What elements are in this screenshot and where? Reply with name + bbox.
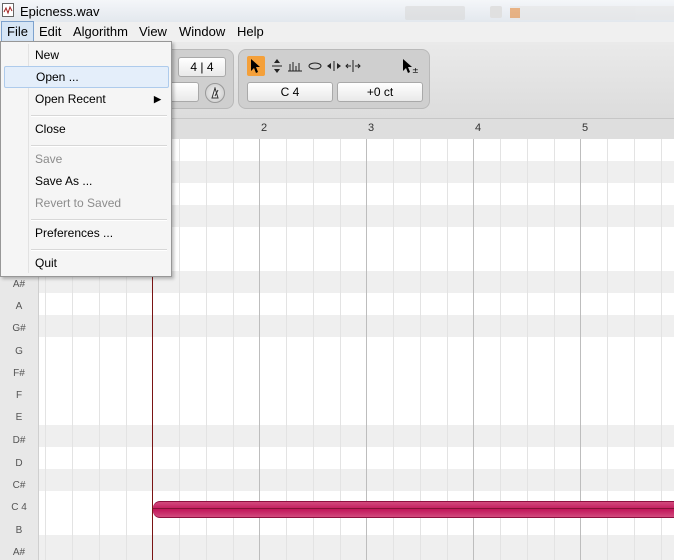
- menu-edit[interactable]: Edit: [34, 22, 66, 41]
- beat-line: [554, 139, 555, 560]
- menu-item-revert: Revert to Saved: [4, 193, 167, 213]
- menu-window[interactable]: Window: [174, 22, 230, 41]
- note-field[interactable]: C 4: [247, 82, 333, 102]
- amplitude-tool-icon[interactable]: [306, 56, 324, 76]
- pitch-curve: [153, 508, 674, 509]
- beat-line: [206, 139, 207, 560]
- formant-tool-icon[interactable]: [286, 56, 304, 76]
- beat-line: [340, 139, 341, 560]
- bar-line: [366, 139, 367, 560]
- key-label: C 4: [11, 502, 27, 513]
- key-label: D: [15, 458, 23, 469]
- menu-item-quit[interactable]: Quit: [4, 253, 167, 273]
- time-tool-icon[interactable]: [325, 56, 343, 76]
- bar-line: [259, 139, 260, 560]
- menu-item-save: Save: [4, 149, 167, 169]
- menu-item-preferences[interactable]: Preferences ...: [4, 223, 167, 243]
- beat-line: [420, 139, 421, 560]
- menu-item-new[interactable]: New: [4, 45, 167, 65]
- menu-item-open[interactable]: Open ...: [4, 66, 169, 88]
- key-label: C#: [12, 480, 26, 491]
- menu-item-label: Save As ...: [35, 174, 93, 188]
- key-label: A: [15, 301, 23, 312]
- metronome-icon: [211, 86, 219, 99]
- bar-number: 3: [368, 122, 375, 134]
- key-label: A#: [12, 279, 26, 290]
- menu-item-label: Save: [35, 152, 63, 166]
- edit-add-tool-icon[interactable]: ±: [401, 56, 419, 76]
- beat-line: [607, 139, 608, 560]
- bar-number: 5: [582, 122, 589, 134]
- grid-row: [0, 381, 674, 403]
- title-bar: Epicness.wav: [0, 0, 674, 22]
- grid-row: [0, 535, 674, 560]
- key-label: F: [15, 390, 23, 401]
- menu-item-label: New: [35, 48, 60, 62]
- beat-line: [233, 139, 234, 560]
- beat-line: [313, 139, 314, 560]
- beat-line: [447, 139, 448, 560]
- grid-row: [0, 403, 674, 425]
- beat-line: [286, 139, 287, 560]
- key-label: G#: [12, 323, 26, 334]
- beat-line: [634, 139, 635, 560]
- menu-item-label: Preferences ...: [35, 226, 114, 240]
- background-window-icon: [490, 6, 502, 18]
- time-signature-field[interactable]: 4 | 4: [178, 57, 226, 77]
- cents-field[interactable]: +0 ct: [337, 82, 423, 102]
- menu-item-label: Quit: [35, 256, 58, 270]
- key-label: A#: [12, 547, 26, 558]
- grid-row: [0, 447, 674, 469]
- background-window-tab: [510, 6, 674, 20]
- bar-number: 4: [475, 122, 482, 134]
- grid-row: [0, 359, 674, 381]
- grid-row: [0, 425, 674, 447]
- beat-line: [661, 139, 662, 560]
- separation-tool-icon[interactable]: [344, 56, 362, 76]
- menu-file[interactable]: File: [1, 21, 34, 42]
- menu-separator: [31, 219, 167, 221]
- svg-text:±: ±: [412, 66, 419, 74]
- beat-line: [527, 139, 528, 560]
- menu-item-save-as[interactable]: Save As ...: [4, 171, 167, 191]
- menu-view[interactable]: View: [134, 22, 172, 41]
- grid-row: [0, 469, 674, 491]
- key-label: F#: [13, 368, 25, 379]
- submenu-arrow-icon: ▶: [154, 94, 161, 104]
- grid-row: [0, 337, 674, 359]
- menu-separator: [31, 249, 167, 251]
- menu-separator: [31, 145, 167, 147]
- menu-item-open-recent[interactable]: Open Recent ▶: [4, 89, 167, 109]
- note-blob[interactable]: [153, 501, 674, 518]
- window-title: Epicness.wav: [20, 4, 100, 19]
- pitch-tool-icon[interactable]: [268, 56, 286, 76]
- grid-row: [0, 293, 674, 315]
- main-tool-icon[interactable]: [247, 56, 265, 76]
- file-menu: New Open ... Open Recent ▶ Close Save Sav…: [0, 41, 172, 277]
- menu-item-label: Open ...: [36, 70, 79, 84]
- key-label: D#: [12, 435, 26, 446]
- orange-icon: [510, 8, 520, 18]
- beat-line: [500, 139, 501, 560]
- beat-line: [179, 139, 180, 560]
- menu-separator: [31, 115, 167, 117]
- menu-item-close[interactable]: Close: [4, 119, 167, 139]
- menu-help[interactable]: Help: [232, 22, 269, 41]
- key-label: B: [15, 525, 23, 536]
- bar-number: 2: [261, 122, 268, 134]
- wav-file-icon: [2, 3, 14, 17]
- menu-item-label: Open Recent: [35, 92, 106, 106]
- menu-algorithm[interactable]: Algorithm: [68, 22, 133, 41]
- key-label: G: [15, 346, 23, 357]
- menu-item-label: Close: [35, 122, 66, 136]
- background-window-title: [405, 6, 465, 20]
- beat-line: [393, 139, 394, 560]
- menu-item-label: Revert to Saved: [35, 196, 122, 210]
- bar-line: [473, 139, 474, 560]
- key-label: E: [15, 412, 23, 423]
- menu-bar: File Edit Algorithm View Window Help: [0, 21, 674, 43]
- metronome-button[interactable]: [205, 83, 225, 103]
- bar-line: [580, 139, 581, 560]
- grid-row: [0, 315, 674, 337]
